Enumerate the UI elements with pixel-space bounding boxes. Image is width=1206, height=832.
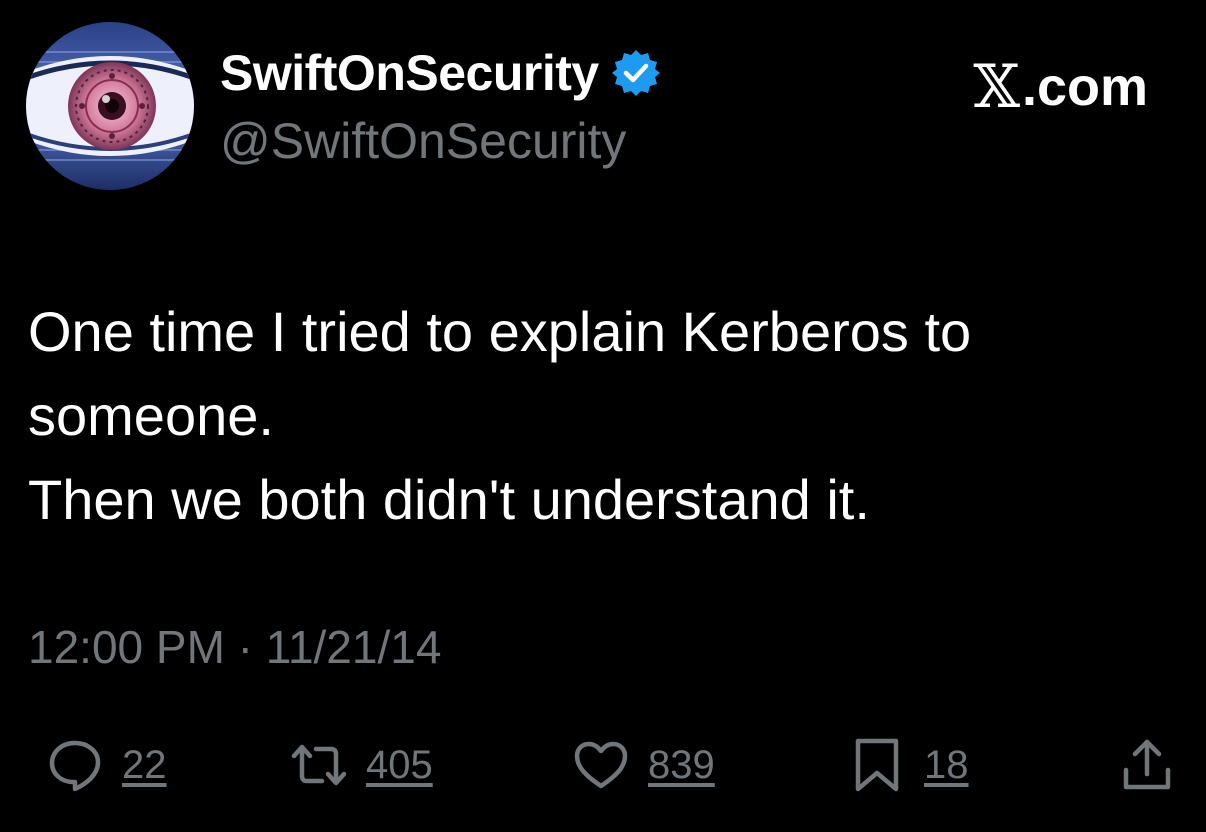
tweet-card: SwiftOnSecurity @SwiftOnSecurity 𝕏 .com … [0,0,1206,832]
share-button[interactable] [1118,730,1176,800]
retweet-icon [290,736,348,794]
x-logo-icon: 𝕏 [973,52,1020,122]
brand-watermark: 𝕏 .com [973,52,1148,122]
heart-icon [572,736,630,794]
brand-domain: .com [1021,57,1148,117]
bookmark-count[interactable]: 18 [924,743,969,788]
avatar[interactable] [26,22,194,190]
tweet-text: One time I tried to explain Kerberos to … [28,290,1178,542]
bookmark-button[interactable]: 18 [848,730,969,800]
tweet-text-line: One time I tried to explain Kerberos to [28,300,972,363]
reply-count[interactable]: 22 [122,743,167,788]
like-count[interactable]: 839 [648,743,715,788]
bookmark-icon [848,736,906,794]
share-icon [1118,736,1176,794]
retweet-count[interactable]: 405 [366,743,433,788]
reply-icon [46,736,104,794]
tweet-text-line: Then we both didn't understand it. [28,468,870,531]
verified-badge-icon [611,48,661,98]
like-button[interactable]: 839 [572,730,715,800]
author-handle[interactable]: @SwiftOnSecurity [220,112,626,170]
reply-button[interactable]: 22 [46,730,167,800]
tweet-timestamp[interactable]: 12:00 PM · 11/21/14 [28,620,441,674]
tweet-text-line: someone. [28,384,274,447]
author-display-name[interactable]: SwiftOnSecurity [220,44,599,102]
author-name-row: SwiftOnSecurity [220,38,661,108]
retweet-button[interactable]: 405 [290,730,433,800]
